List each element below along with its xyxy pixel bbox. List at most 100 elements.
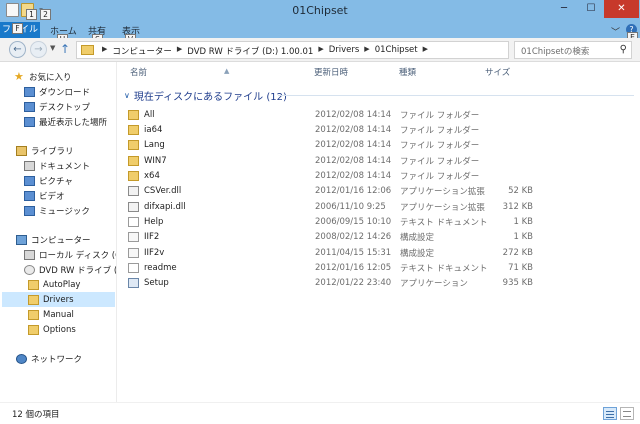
file-size: 312 KB [502, 201, 533, 212]
breadcrumb-drivers[interactable]: Drivers [329, 45, 360, 57]
nav-autoplay[interactable]: AutoPlay [28, 277, 80, 292]
folder-icon [81, 45, 94, 55]
file-date: 2006/11/10 9:25 [315, 201, 386, 212]
nav-pictures[interactable]: ピクチャ [24, 173, 73, 188]
file-list: 名前 ▲ 更新日時 種類 サイズ ∨ 現在ディスクにあるファイル (12) Al… [118, 62, 640, 402]
chevron-right-icon[interactable]: ▶ [423, 45, 428, 57]
file-row[interactable]: Help 2006/09/15 10:10 テキスト ドキュメント 1 KB [128, 214, 638, 229]
file-row[interactable]: WIN7 2012/02/08 14:14 ファイル フォルダー [128, 153, 638, 168]
nav-label: ミュージック [39, 206, 90, 217]
nav-dvd-drive[interactable]: DVD RW ドライブ (D: [24, 262, 116, 277]
file-date: 2012/02/08 14:14 [315, 155, 392, 166]
file-name: IIF2v [144, 247, 165, 258]
text-document-icon [128, 263, 139, 273]
forward-button[interactable]: → [30, 41, 47, 58]
nav-music[interactable]: ミュージック [24, 203, 90, 218]
column-header-date[interactable]: 更新日時 [314, 64, 396, 82]
file-type: 構成設定 [400, 233, 435, 244]
text-document-icon [128, 216, 139, 227]
chevron-right-icon[interactable]: ▶ [318, 45, 323, 57]
nav-label: デスクトップ [39, 102, 91, 113]
main-area: ★ お気に入り ダウンロード デスクトップ 最近表示した場所 ライブラリ ドキュ… [0, 62, 640, 402]
nav-label: ネットワーク [31, 354, 83, 365]
folder-icon [28, 294, 39, 305]
sort-ascending-icon: ▲ [224, 67, 230, 75]
nav-recent-places[interactable]: 最近表示した場所 [24, 114, 107, 129]
file-row[interactable]: CSVer.dll 2012/01/16 12:06 アプリケーション拡張 52 KB [128, 184, 638, 199]
group-header[interactable]: ∨ 現在ディスクにあるファイル (12) [124, 87, 287, 103]
nav-label: ダウンロード [39, 87, 91, 98]
minimize-button[interactable]: ─ [551, 0, 577, 18]
group-label: 現在ディスクにあるファイル (12) [133, 91, 287, 103]
nav-label: ライブラリ [31, 146, 74, 157]
folder-icon [128, 170, 139, 181]
music-icon [24, 205, 35, 216]
nav-network[interactable]: ネットワーク [16, 351, 82, 366]
local-disk-icon [24, 249, 35, 260]
back-button[interactable]: ← [9, 41, 26, 58]
folder-icon [28, 324, 39, 335]
file-row[interactable]: IIF2v 2011/04/15 15:31 構成設定 272 KB [128, 245, 638, 260]
close-button[interactable]: ✕ [604, 0, 639, 18]
maximize-button[interactable]: ☐ [578, 0, 604, 18]
column-header-size[interactable]: サイズ [485, 64, 545, 82]
nav-documents[interactable]: ドキュメント [24, 158, 90, 173]
recent-locations-dropdown-icon[interactable]: ▼ [50, 44, 55, 52]
file-date: 2008/02/12 14:26 [315, 232, 392, 243]
nav-favorites[interactable]: ★ お気に入り [14, 69, 72, 84]
file-size: 71 KB [508, 263, 533, 273]
dll-file-icon [128, 186, 139, 197]
breadcrumb-01chipset[interactable]: 01Chipset [375, 45, 418, 57]
nav-label: Options [43, 324, 76, 335]
breadcrumb-computer[interactable]: コンピューター [112, 45, 172, 57]
file-row[interactable]: difxapi.dll 2006/11/10 9:25 アプリケーション拡張 312 … [128, 199, 638, 214]
column-header-name[interactable]: 名前 ▲ [130, 64, 310, 82]
file-row[interactable]: All 2012/02/08 14:14 ファイル フォルダー [128, 107, 638, 122]
file-size: 1 KB [513, 216, 533, 227]
chevron-down-icon[interactable]: ∨ [124, 91, 130, 100]
file-row[interactable]: readme 2012/01/16 12:05 テキスト ドキュメント 71 KB [128, 261, 638, 276]
nav-label: ローカル ディスク (C:) [39, 250, 116, 261]
nav-desktop[interactable]: デスクトップ [24, 99, 90, 114]
column-header-type[interactable]: 種類 [399, 64, 479, 82]
nav-options[interactable]: Options [28, 322, 76, 337]
documents-icon [24, 160, 35, 171]
file-date: 2011/04/15 15:31 [315, 247, 392, 258]
chevron-right-icon[interactable]: ▶ [102, 45, 107, 57]
file-size: 272 KB [502, 247, 533, 258]
chevron-right-icon[interactable]: ▶ [364, 45, 369, 57]
keytip-file: F [12, 23, 23, 34]
file-row[interactable]: ia64 2012/02/08 14:14 ファイル フォルダー [128, 122, 638, 137]
file-row[interactable]: IIF2 2008/02/12 14:26 構成設定 1 KB [128, 230, 638, 245]
nav-computer[interactable]: コンピューター [16, 232, 91, 247]
search-input[interactable]: 01Chipsetの検索 ⚲ [514, 41, 632, 59]
group-divider [278, 95, 634, 96]
breadcrumb-dvd-drive[interactable]: DVD RW ドライブ (D:) 1.00.01 [187, 45, 313, 57]
ribbon-expand-icon[interactable]: ﹀ [611, 25, 620, 38]
file-name: All [144, 109, 155, 120]
ribbon-tab-bar: ファイル ホーム 共有 表示 F H S V ﹀ ? E [0, 22, 640, 45]
nav-downloads[interactable]: ダウンロード [24, 84, 90, 99]
file-type: ファイル フォルダー [400, 141, 480, 152]
details-view-button[interactable] [603, 407, 617, 420]
address-bar[interactable]: ▶ コンピューター ▶ DVD RW ドライブ (D:) 1.00.01 ▶ D… [76, 41, 578, 59]
large-icons-view-button[interactable] [620, 407, 634, 420]
nav-local-disk[interactable]: ローカル ディスク (C:) [24, 247, 116, 262]
chevron-right-icon[interactable]: ▶ [177, 45, 182, 57]
file-type: ファイル フォルダー [400, 171, 480, 182]
file-size: 1 KB [513, 232, 533, 243]
nav-drivers[interactable]: Drivers [2, 292, 115, 307]
file-row[interactable]: x64 2012/02/08 14:14 ファイル フォルダー [128, 168, 638, 183]
nav-manual[interactable]: Manual [28, 307, 74, 322]
up-arrow-icon[interactable]: ↑ [60, 42, 70, 56]
nav-label: ピクチャ [39, 176, 73, 187]
file-type: アプリケーション拡張 [400, 187, 485, 198]
nav-videos[interactable]: ビデオ [24, 188, 65, 203]
search-placeholder: 01Chipsetの検索 [521, 47, 590, 57]
file-type: ファイル フォルダー [400, 156, 480, 167]
folder-icon [128, 155, 139, 166]
file-row[interactable]: Lang 2012/02/08 14:14 ファイル フォルダー [128, 138, 638, 153]
nav-libraries[interactable]: ライブラリ [16, 143, 74, 158]
file-row[interactable]: Setup 2012/01/22 23:40 アプリケーション 935 KB [128, 276, 638, 291]
search-icon[interactable]: ⚲ [620, 44, 627, 55]
